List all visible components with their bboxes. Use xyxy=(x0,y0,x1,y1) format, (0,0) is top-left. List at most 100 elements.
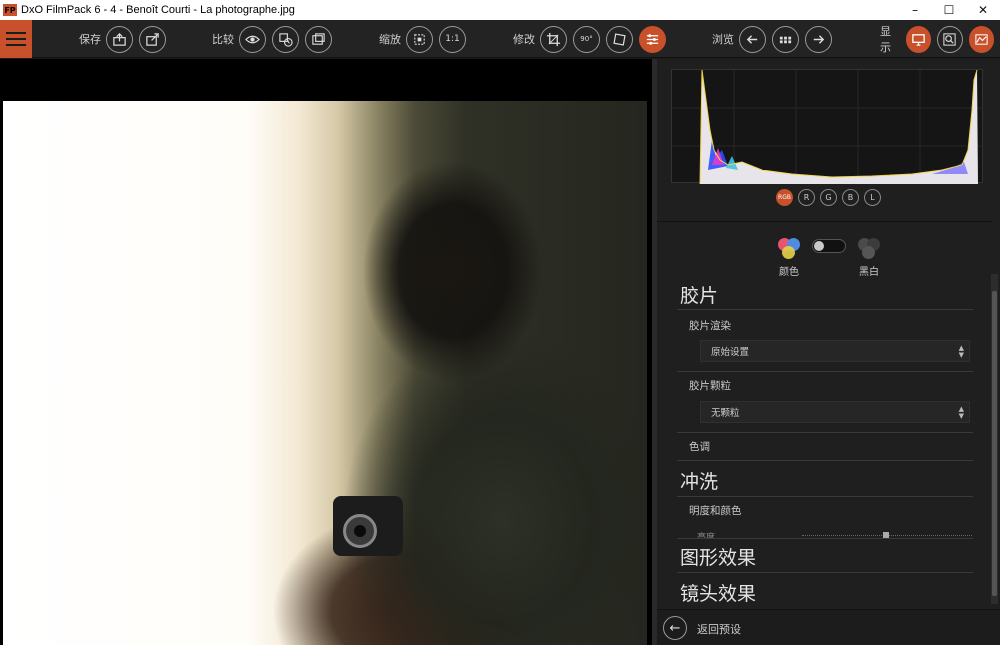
grey-circles-icon xyxy=(857,237,881,261)
menu-line-icon xyxy=(6,38,26,40)
app-window: FP DxO FilmPack 6 - 4 - Benoît Courti - … xyxy=(0,0,1000,645)
histogram-graph xyxy=(672,69,984,185)
filmstrip-button[interactable] xyxy=(772,25,799,53)
section-graphic-effects-title[interactable]: 图形效果 xyxy=(680,543,756,570)
film-grain-select[interactable]: 无颗粒 ▲ ▼ xyxy=(700,401,970,423)
film-rendering-value: 原始设置 xyxy=(711,347,750,358)
monitor-icon xyxy=(912,33,925,46)
hamburger-menu-button[interactable] xyxy=(0,20,32,58)
film-grain-value: 无颗粒 xyxy=(711,408,740,419)
color-mode-label: 颜色 xyxy=(779,267,799,278)
arrow-left-icon xyxy=(746,34,758,44)
bw-mode-option[interactable]: 黑白 xyxy=(857,237,881,278)
back-to-presets-label[interactable]: 返回预设 xyxy=(697,621,741,637)
menu-line-icon xyxy=(6,44,26,46)
crop-button[interactable] xyxy=(540,25,567,53)
channel-tab-rgb[interactable]: RGB xyxy=(776,189,793,206)
tone-label[interactable]: 色调 xyxy=(689,439,710,454)
fullscreen-button[interactable] xyxy=(905,25,932,53)
images-icon xyxy=(312,32,325,45)
yellow-dot xyxy=(782,246,795,259)
back-to-presets-button[interactable]: ← xyxy=(663,616,687,640)
section-film-title[interactable]: 胶片 xyxy=(680,281,718,308)
toolbar: 保存 比较 缩放 1:1 修改 90° 浏览 显示 xyxy=(0,20,1000,58)
toggle-knob xyxy=(814,241,824,251)
export-to-disk-button[interactable] xyxy=(106,25,133,53)
close-button[interactable]: ✕ xyxy=(966,0,1000,20)
export-to-app-button[interactable] xyxy=(139,25,166,53)
divider xyxy=(677,460,973,461)
window-controls: – ☐ ✕ xyxy=(898,0,1000,20)
export-icon xyxy=(113,32,126,46)
window-title: DxO FilmPack 6 - 4 - Benoît Courti - La … xyxy=(21,4,295,16)
image-viewer[interactable] xyxy=(0,59,655,645)
edit-label: 修改 xyxy=(513,33,535,46)
film-rendering-label[interactable]: 胶片渲染 xyxy=(689,318,731,333)
right-panel: RGB R G B L 颜色 黑白 胶片 胶片渲染 原始设置 ▲ ▼ 胶片颗粒 … xyxy=(657,59,1000,645)
color-circles-icon xyxy=(777,237,801,261)
compare-original-button[interactable] xyxy=(239,25,266,53)
color-bw-toggle[interactable] xyxy=(812,239,846,253)
app-logo-icon: FP xyxy=(3,4,17,16)
lens-in-photo xyxy=(343,514,377,548)
section-develop-title[interactable]: 冲洗 xyxy=(680,467,718,494)
divider xyxy=(677,309,973,310)
zoom-label: 缩放 xyxy=(379,33,401,46)
compare-group: 比较 xyxy=(212,20,338,58)
display-group: 显示 xyxy=(880,20,1000,58)
next-image-button[interactable] xyxy=(805,25,832,53)
film-rendering-select[interactable]: 原始设置 ▲ ▼ xyxy=(700,340,970,362)
histogram-chart xyxy=(671,69,984,185)
panel-scroll-thumb[interactable] xyxy=(992,291,997,596)
histogram-toggle-button[interactable] xyxy=(968,25,994,53)
film-grain-label[interactable]: 胶片颗粒 xyxy=(689,378,731,393)
zoom-100-button[interactable]: 1:1 xyxy=(439,25,466,53)
divider xyxy=(677,538,973,539)
color-mode-option[interactable]: 颜色 xyxy=(777,237,801,278)
edit-group: 修改 90° xyxy=(513,20,672,58)
maximize-button[interactable]: ☐ xyxy=(932,0,966,20)
divider xyxy=(677,371,973,372)
bw-mode-label: 黑白 xyxy=(859,267,879,278)
previous-image-button[interactable] xyxy=(739,25,766,53)
minimize-button[interactable]: – xyxy=(898,0,932,20)
channel-tab-g[interactable]: G xyxy=(820,189,837,206)
side-by-side-button[interactable] xyxy=(305,25,332,53)
divider xyxy=(657,221,992,222)
select-arrows-icon: ▲ ▼ xyxy=(958,344,964,359)
grid-icon xyxy=(779,36,792,43)
magnifier-icon xyxy=(943,32,956,46)
channel-tab-l[interactable]: L xyxy=(864,189,881,206)
loupe-button[interactable] xyxy=(937,25,963,53)
title-bar: FP DxO FilmPack 6 - 4 - Benoît Courti - … xyxy=(0,0,1000,20)
history-icon xyxy=(279,32,293,47)
fit-to-screen-button[interactable] xyxy=(406,25,433,53)
section-lens-effects-title[interactable]: 镜头效果 xyxy=(680,579,756,606)
save-group: 保存 xyxy=(79,20,172,58)
rotate-button[interactable]: 90° xyxy=(573,25,600,53)
compare-label: 比较 xyxy=(212,33,234,46)
arrow-right-icon xyxy=(813,34,825,44)
channel-tab-b[interactable]: B xyxy=(842,189,859,206)
horizon-button[interactable] xyxy=(606,25,633,53)
histogram-channel-tabs: RGB R G B L xyxy=(657,189,1000,206)
lens-center xyxy=(354,525,366,537)
display-label: 显示 xyxy=(880,25,891,54)
sliders-icon xyxy=(646,33,659,45)
photo-preview xyxy=(3,101,647,645)
divider xyxy=(677,572,973,573)
brightness-color-label[interactable]: 明度和颜色 xyxy=(689,503,742,518)
share-icon xyxy=(146,32,159,46)
arrow-left-icon: ← xyxy=(669,620,681,636)
crop-icon xyxy=(546,32,561,46)
exposure-label: 亮度 xyxy=(697,533,716,538)
camera-in-photo xyxy=(333,496,403,556)
adjustments-button[interactable] xyxy=(639,25,666,53)
channel-tab-r[interactable]: R xyxy=(798,189,815,206)
zoom-group: 缩放 1:1 xyxy=(379,20,472,58)
straighten-icon xyxy=(613,32,626,46)
eye-icon xyxy=(245,35,260,43)
browse-group: 浏览 xyxy=(712,20,838,58)
before-after-button[interactable] xyxy=(272,25,299,53)
panel-footer: ← 返回预设 xyxy=(657,609,1000,645)
